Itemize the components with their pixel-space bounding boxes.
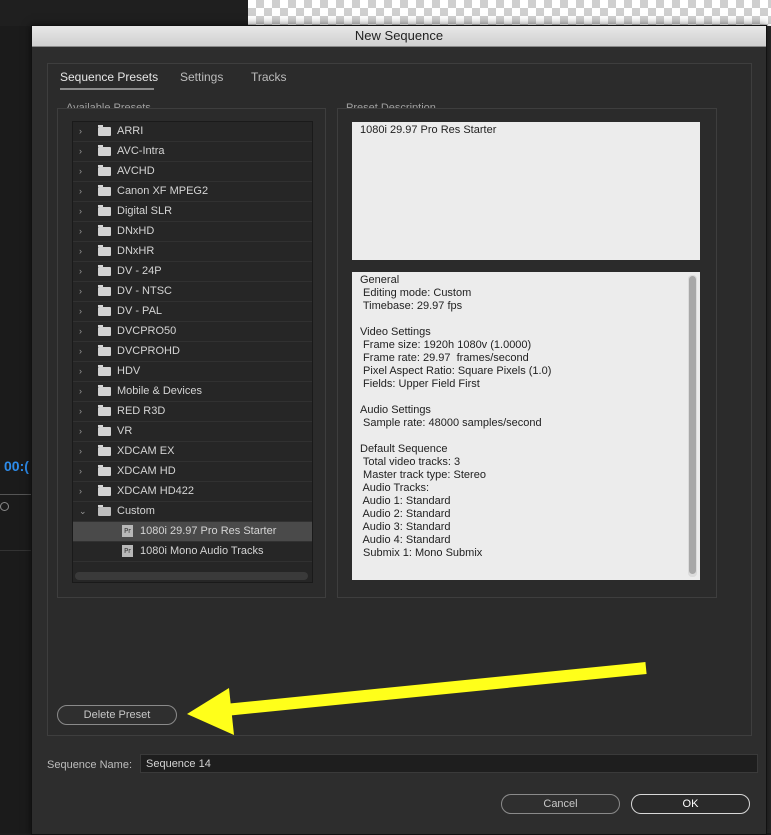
annotation-arrow-shaft <box>214 662 647 717</box>
annotation-arrow <box>187 662 647 735</box>
annotation-arrow-head <box>187 688 234 735</box>
